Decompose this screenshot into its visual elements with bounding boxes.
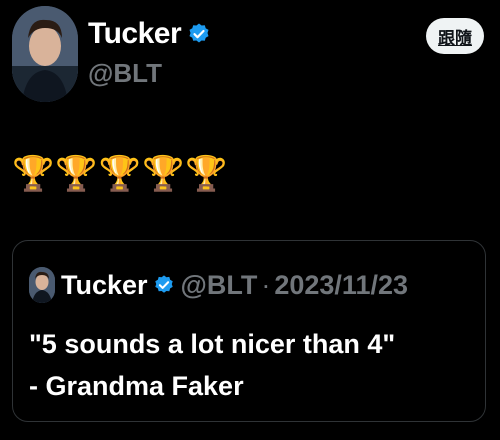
name-row: Tucker <box>88 14 211 54</box>
quote-text: "5 sounds a lot nicer than 4" - Grandma … <box>29 329 396 401</box>
verified-badge-icon <box>189 23 209 43</box>
display-name[interactable]: Tucker <box>88 17 182 51</box>
quote-header: Tucker @BLT · 2023/11/23 <box>29 267 408 303</box>
quote-display-name: Tucker <box>61 269 148 300</box>
quote-avatar <box>29 267 55 303</box>
quote-separator: · <box>261 269 271 300</box>
handle[interactable]: @BLT <box>88 58 162 89</box>
tweet-header: Tucker @BLT 跟隨 <box>12 4 488 102</box>
quote-handle: @BLT <box>180 269 258 300</box>
follow-button[interactable]: 跟隨 <box>426 18 484 54</box>
avatar[interactable] <box>12 6 78 102</box>
quote-verified-badge-icon <box>154 275 173 293</box>
quote-tweet-card[interactable]: Tucker @BLT · 2023/11/23 "5 sounds a lot… <box>12 240 486 422</box>
tweet-text: 🏆🏆🏆🏆🏆 <box>12 155 229 193</box>
quote-date: 2023/11/23 <box>274 269 409 300</box>
